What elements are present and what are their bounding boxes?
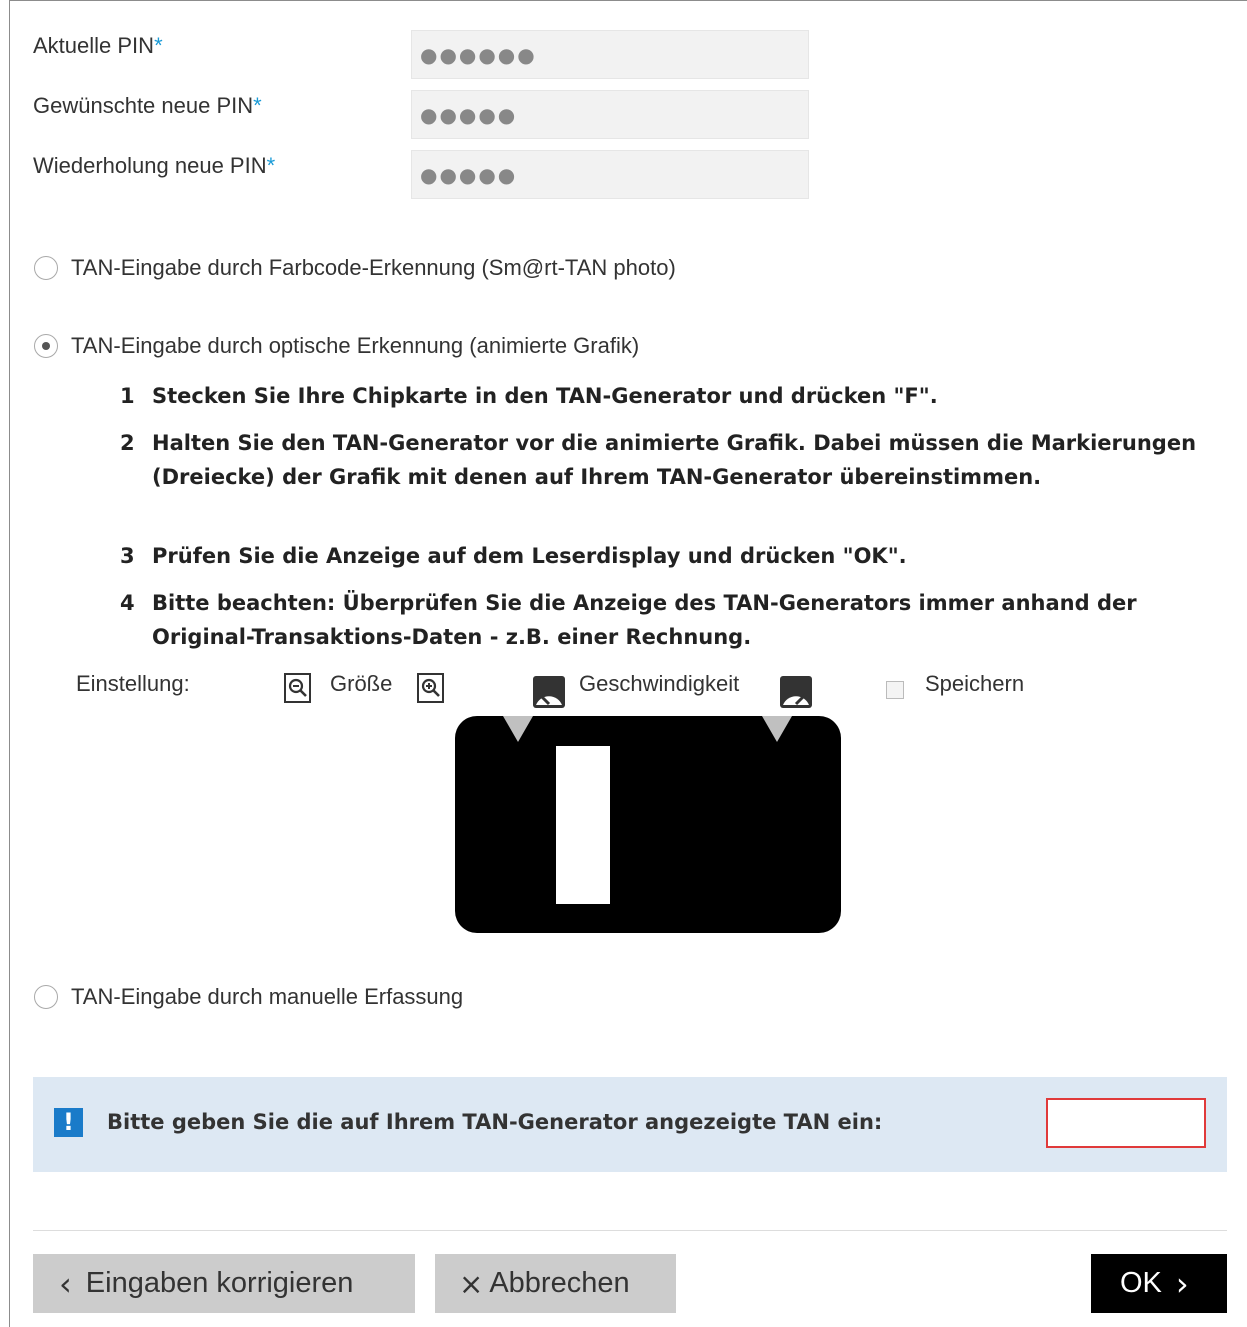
tan-method-optical[interactable]: TAN-Eingabe durch optische Erkennung (an… <box>34 333 639 359</box>
step-number: 3 <box>120 544 135 568</box>
step-number: 2 <box>120 431 135 455</box>
flicker-code-graphic <box>455 716 841 933</box>
flicker-bar <box>556 746 610 904</box>
tan-method-label: TAN-Eingabe durch Farbcode-Erkennung (Sm… <box>71 255 676 280</box>
step-text: Halten Sie den TAN-Generator vor die ani… <box>152 431 1197 489</box>
tan-method-label: TAN-Eingabe durch manuelle Erfassung <box>71 984 464 1009</box>
new-pin-label: Gewünschte neue PIN* <box>33 93 262 118</box>
current-pin-label: Aktuelle PIN* <box>33 33 163 58</box>
radio-button[interactable] <box>34 985 58 1009</box>
tan-prompt: Bitte geben Sie die auf Ihrem TAN-Genera… <box>107 1110 883 1134</box>
cancel-button[interactable]: × Abbrechen <box>435 1254 676 1313</box>
current-pin-input[interactable]: ●●●●●● <box>411 30 809 79</box>
tan-method-label: TAN-Eingabe durch optische Erkennung (an… <box>71 333 640 358</box>
chevron-right-icon: › <box>1175 1264 1189 1303</box>
speed-slower-icon[interactable] <box>533 676 565 708</box>
step-text: Prüfen Sie die Anzeige auf dem Leserdisp… <box>152 544 907 568</box>
tan-method-photo[interactable]: TAN-Eingabe durch Farbcode-Erkennung (Sm… <box>34 255 676 281</box>
info-icon: ! <box>54 1108 83 1137</box>
right-marker-triangle <box>762 716 792 742</box>
instruction-step: 2 Halten Sie den TAN-Generator vor die a… <box>120 426 1202 494</box>
tan-input[interactable] <box>1046 1098 1206 1148</box>
speed-faster-icon[interactable] <box>780 676 812 708</box>
step-text: Bitte beachten: Überprüfen Sie die Anzei… <box>152 591 1137 649</box>
zoom-in-icon[interactable] <box>417 673 444 703</box>
save-checkbox[interactable] <box>886 681 904 699</box>
left-marker-triangle <box>503 716 533 742</box>
chevron-left-icon: ‹ <box>59 1264 72 1303</box>
required-mark: * <box>266 153 276 178</box>
correct-entries-button[interactable]: ‹ Eingaben korrigieren <box>33 1254 415 1313</box>
ok-label: OK <box>1120 1267 1162 1299</box>
settings-label: Einstellung: <box>76 671 190 696</box>
required-mark: * <box>253 93 262 118</box>
repeat-pin-input[interactable]: ●●●●● <box>411 150 809 199</box>
step-number: 4 <box>120 591 135 615</box>
instruction-step: 1 Stecken Sie Ihre Chipkarte in den TAN-… <box>120 379 1202 413</box>
cancel-label: Abbrechen <box>489 1267 630 1299</box>
tan-method-manual[interactable]: TAN-Eingabe durch manuelle Erfassung <box>34 984 463 1010</box>
correct-entries-label: Eingaben korrigieren <box>85 1267 354 1299</box>
zoom-out-icon[interactable] <box>284 673 311 703</box>
tan-entry-notice: ! Bitte geben Sie die auf Ihrem TAN-Gene… <box>33 1077 1227 1172</box>
radio-button[interactable] <box>34 256 58 280</box>
close-icon: × <box>459 1266 484 1301</box>
instruction-step: 4 Bitte beachten: Überprüfen Sie die Anz… <box>120 586 1202 654</box>
step-number: 1 <box>120 384 135 408</box>
step-text: Stecken Sie Ihre Chipkarte in den TAN-Ge… <box>152 384 938 408</box>
required-mark: * <box>154 33 163 58</box>
ok-button[interactable]: OK › <box>1091 1254 1227 1313</box>
size-label: Größe <box>330 671 393 696</box>
new-pin-input[interactable]: ●●●●● <box>411 90 809 139</box>
radio-button-selected[interactable] <box>34 334 58 358</box>
save-label: Speichern <box>925 671 1025 696</box>
repeat-pin-label: Wiederholung neue PIN* <box>33 153 276 178</box>
instruction-step: 3 Prüfen Sie die Anzeige auf dem Leserdi… <box>120 539 1202 573</box>
divider <box>33 1230 1227 1231</box>
speed-label: Geschwindigkeit <box>579 671 740 696</box>
